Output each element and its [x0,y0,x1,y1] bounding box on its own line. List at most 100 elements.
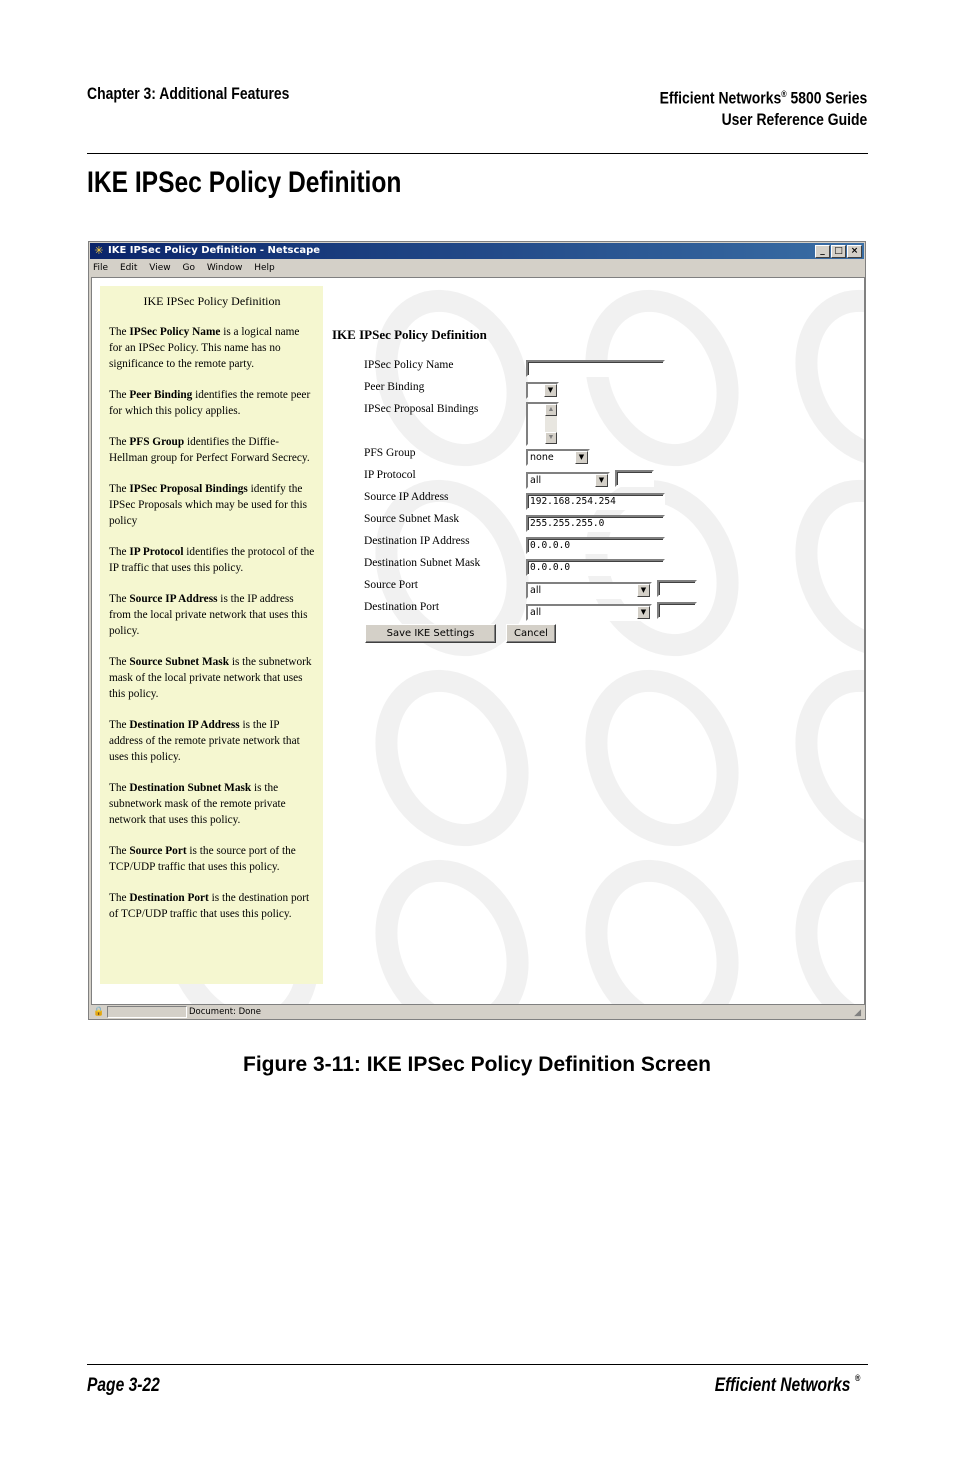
policy-name-label: IPSec Policy Name [364,359,454,371]
chevron-down-icon[interactable]: ▼ [637,584,650,597]
help-term: Source IP Address [129,593,218,605]
help-paragraph: The PFS Group identifies the Diffie-Hell… [109,434,315,466]
product-header: Efficient Networks® 5800 Series User Ref… [659,84,867,130]
help-panel: IKE IPSec Policy Definition The IPSec Po… [100,286,323,984]
source-port-label: Source Port [364,579,418,591]
chevron-down-icon[interactable]: ▼ [637,606,650,619]
close-icon[interactable]: × [847,245,862,258]
peer-binding-select[interactable]: ▼ [526,382,559,399]
arrow-down-icon[interactable]: ▼ [545,432,557,444]
figure-caption: Figure 3-11: IKE IPSec Policy Definition… [243,1053,711,1076]
help-text: The [109,483,130,495]
help-paragraph: The Destination IP Address is the IP add… [109,717,315,765]
pfs-group-label: PFS Group [364,447,416,459]
help-text: The [109,719,130,731]
dest-port-select[interactable]: all ▼ [526,604,652,621]
help-term: Destination IP Address [129,719,240,731]
source-port-number-input[interactable] [657,580,697,597]
page-number: Page 3-22 [87,1375,160,1396]
progress-cell [107,1006,187,1018]
chevron-down-icon[interactable]: ▼ [595,474,608,487]
resize-grip-icon[interactable]: ◢ [854,1007,861,1020]
help-paragraph: The Peer Binding identifies the remote p… [109,387,315,419]
dest-port-label: Destination Port [364,601,440,613]
footer-brand-name: Efficient Networks [714,1375,850,1396]
watermark-logo [585,289,739,467]
list-scrollbar[interactable]: ▲ ▼ [545,404,557,444]
help-text: The [109,656,130,668]
help-paragraph: The IPSec Proposal Bindings identify the… [109,481,315,529]
help-text: The [109,546,130,558]
help-term: Peer Binding [129,389,193,401]
ip-protocol-value: all [530,475,542,486]
help-paragraph: The Destination Subnet Mask is the subne… [109,780,315,828]
status-text: Document: Done [189,1007,261,1017]
source-ip-label: Source IP Address [364,491,449,503]
menu-view[interactable]: View [149,263,170,273]
help-term: IPSec Policy Name [129,326,221,338]
help-text: The [109,436,130,448]
menu-file[interactable]: File [93,263,108,273]
cancel-button[interactable]: Cancel [506,624,556,643]
chapter-header: Chapter 3: Additional Features [87,84,290,103]
browser-window: ✳ IKE IPSec Policy Definition - Netscape… [88,241,866,1020]
help-text: The [109,892,130,904]
netscape-icon: ✳ [94,244,104,257]
help-paragraphs: The IPSec Policy Name is a logical name … [109,324,315,922]
help-paragraph: The Source IP Address is the IP address … [109,591,315,639]
dest-mask-input[interactable]: 0.0.0.0 [526,559,665,576]
watermark-logo [375,669,529,847]
product-name: Efficient Networks [659,88,781,108]
help-text: The [109,593,130,605]
watermark-logo [795,289,864,467]
help-heading: IKE IPSec Policy Definition [143,294,281,308]
peer-binding-label: Peer Binding [364,381,425,393]
proposal-bindings-list[interactable]: ▲ ▼ [526,402,559,446]
dest-mask-label: Destination Subnet Mask [364,557,481,569]
source-ip-input[interactable]: 192.168.254.254 [526,493,665,510]
help-term: Destination Subnet Mask [129,782,252,794]
source-mask-input[interactable]: 255.255.255.0 [526,515,665,532]
help-term: Source Subnet Mask [129,656,229,668]
footer-rule [87,1364,868,1365]
chevron-down-icon[interactable]: ▼ [575,451,588,464]
menu-help[interactable]: Help [254,263,275,273]
help-paragraph: The Source Port is the source port of th… [109,843,315,875]
product-series: 5800 Series [786,88,867,108]
help-paragraph: The IP Protocol identifies the protocol … [109,544,315,576]
minimize-icon[interactable]: _ [815,245,830,258]
window-title: IKE IPSec Policy Definition - Netscape [108,245,321,256]
dest-ip-input[interactable]: 0.0.0.0 [526,537,665,554]
watermark-logo [375,859,529,1004]
menu-window[interactable]: Window [207,263,243,273]
guide-name: User Reference Guide [721,109,867,129]
watermark-logo [795,479,864,657]
footer-brand: Efficient Networks ® [714,1373,859,1397]
registered-mark: ® [780,89,787,99]
ip-protocol-number-input[interactable] [615,470,654,487]
watermark-logo [795,669,864,847]
ip-protocol-select[interactable]: all ▼ [526,472,610,489]
save-ike-settings-button[interactable]: Save IKE Settings [365,624,496,643]
chevron-down-icon[interactable]: ▼ [544,384,557,397]
help-text: The [109,326,130,338]
dest-port-value: all [530,607,542,618]
maximize-icon[interactable]: □ [831,245,846,258]
source-port-select[interactable]: all ▼ [526,582,652,599]
help-text: The [109,845,130,857]
lock-icon[interactable]: 🔒 [93,1007,105,1018]
arrow-up-icon[interactable]: ▲ [545,404,557,416]
policy-name-input[interactable] [526,360,665,377]
help-paragraph: The Source Subnet Mask is the subnetwork… [109,654,315,702]
help-term: IP Protocol [129,546,184,558]
menu-edit[interactable]: Edit [120,263,137,273]
status-bar: 🔒 Document: Done ◢ [91,1006,863,1019]
menu-go[interactable]: Go [182,263,194,273]
pfs-group-value: none [530,452,554,463]
dest-port-number-input[interactable] [657,602,697,619]
help-term: Destination Port [129,892,209,904]
pfs-group-select[interactable]: none ▼ [526,449,590,466]
footer-registered-mark: ® [854,1373,860,1383]
ip-protocol-label: IP Protocol [364,469,416,481]
menu-bar: File Edit View Go Window Help [93,261,284,276]
